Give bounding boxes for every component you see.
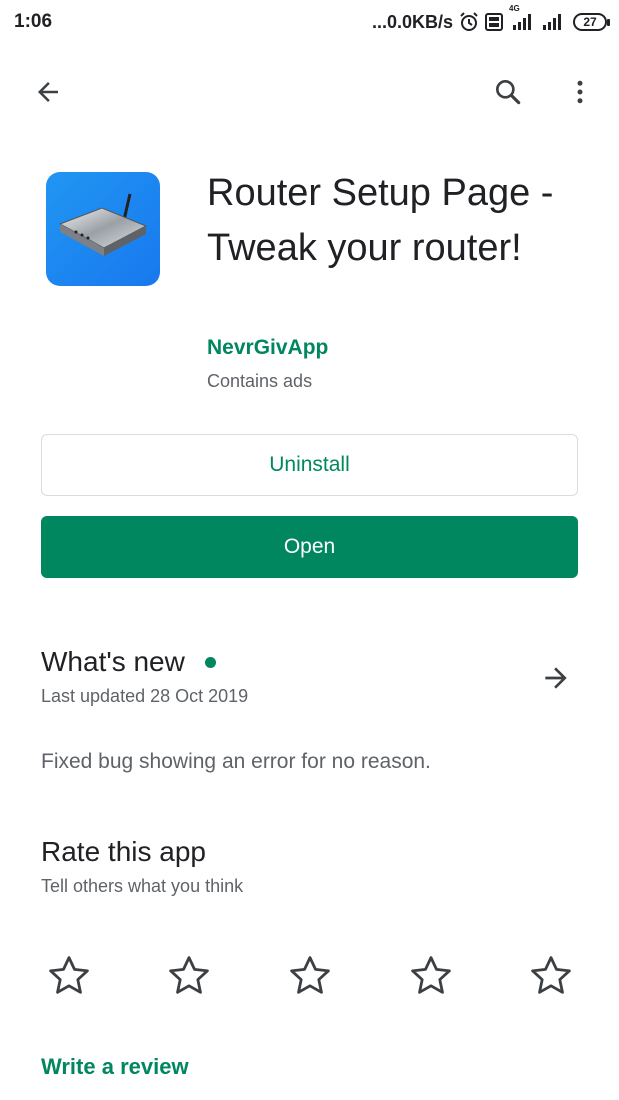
contains-ads-label: Contains ads <box>207 371 313 391</box>
star-outline-icon <box>411 956 451 994</box>
star-2-button[interactable] <box>159 946 219 1006</box>
star-3-button[interactable] <box>280 946 340 1006</box>
star-outline-icon <box>290 956 330 994</box>
signal-icon <box>541 13 567 31</box>
star-outline-icon <box>531 956 571 994</box>
alarm-icon <box>459 12 479 32</box>
app-icon <box>46 172 160 286</box>
search-icon <box>496 80 521 105</box>
battery-icon: 27 <box>573 13 610 31</box>
status-bar: 1:06 ...0.0KB/s 4G 27 <box>0 0 619 44</box>
battery-level: 27 <box>583 15 597 29</box>
rate-subtitle: Tell others what you think <box>41 876 244 896</box>
router-icon <box>58 193 148 256</box>
open-button[interactable]: Open <box>41 516 578 578</box>
last-updated-text: Last updated 28 Oct 2019 <box>41 686 249 706</box>
toolbar <box>0 60 619 124</box>
star-rating <box>28 946 593 1006</box>
write-review-link[interactable]: Write a review <box>41 1054 189 1080</box>
whats-new-body: Fixed bug showing an error for no reason… <box>41 750 431 773</box>
star-5-button[interactable] <box>521 946 581 1006</box>
arrow-left-icon <box>38 82 58 102</box>
star-4-button[interactable] <box>401 946 461 1006</box>
network-speed: ...0.0KB/s <box>371 11 453 32</box>
status-icons: ...0.0KB/s 4G 27 <box>371 4 610 33</box>
new-indicator-dot <box>204 656 216 668</box>
arrow-right-icon <box>545 667 567 689</box>
status-time: 1:06 <box>14 11 53 32</box>
signal-4g-icon: 4G <box>509 4 535 31</box>
app-title: Router Setup Page - Tweak your router! <box>207 172 554 269</box>
whats-new-title: What's new <box>41 646 185 677</box>
network-type: 4G <box>509 4 520 13</box>
whats-new-arrow-button[interactable] <box>532 654 580 702</box>
whats-new-heading: What's new <box>41 646 216 678</box>
star-outline-icon <box>49 956 89 994</box>
star-outline-icon <box>169 956 209 994</box>
more-options-button[interactable] <box>556 68 604 116</box>
developer-link[interactable]: NevrGivApp <box>207 336 328 360</box>
search-button[interactable] <box>484 68 532 116</box>
rate-title: Rate this app <box>41 836 206 867</box>
uninstall-button[interactable]: Uninstall <box>41 434 578 496</box>
back-button[interactable] <box>24 68 72 116</box>
star-1-button[interactable] <box>39 946 99 1006</box>
volte-icon <box>485 13 503 31</box>
more-vert-icon <box>577 80 583 104</box>
